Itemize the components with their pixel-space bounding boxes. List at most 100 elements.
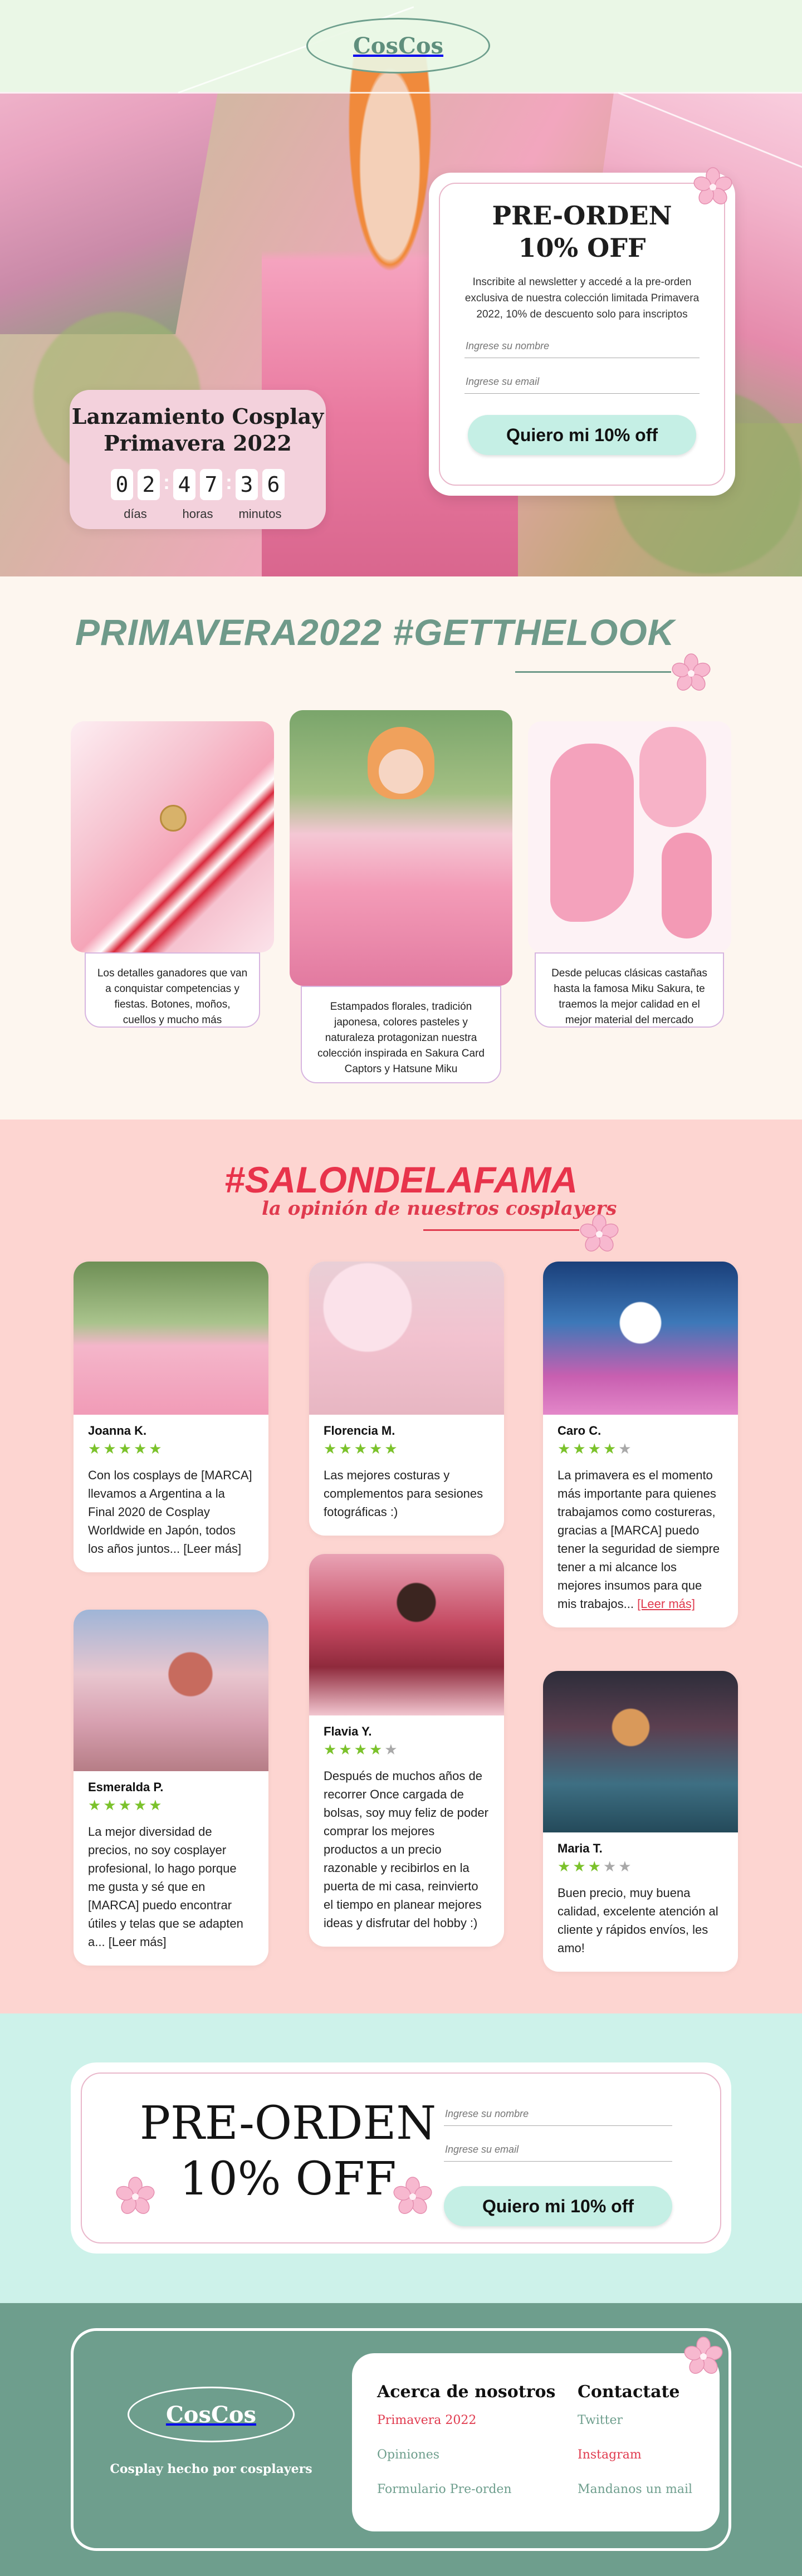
cherry-blossom-icon	[684, 2337, 723, 2374]
star-filled-icon: ★	[384, 1440, 398, 1457]
review-photo	[543, 1262, 738, 1415]
star-filled-icon: ★	[324, 1440, 337, 1457]
section-title: PRIMAVERA2022 #GETTHELOOK	[75, 612, 675, 653]
countdown-digit: 4	[173, 469, 195, 500]
email-input[interactable]	[464, 370, 700, 394]
read-more-link[interactable]: [Leer más]	[183, 1542, 241, 1556]
subtitle-underline	[423, 1229, 579, 1231]
footer: CosCos Cosplay hecho por cosplayers Acer…	[0, 2303, 802, 2576]
footer-link-email[interactable]: Mandanos un mail	[578, 2481, 692, 2499]
countdown-timer: 0 2 días : 4 7 horas : 3 6 minutos	[70, 469, 326, 521]
preorder-title-line1: PRE-ORDEN	[492, 201, 672, 231]
footer-links-card: Acerca de nosotros Primavera 2022 Opinio…	[352, 2353, 720, 2531]
countdown-label: días	[124, 507, 147, 521]
star-rating: ★ ★ ★ ★ ★	[324, 1742, 490, 1757]
footer-column-title: Contactate	[578, 2382, 680, 2402]
star-filled-icon: ★	[324, 1741, 337, 1758]
star-filled-icon: ★	[118, 1440, 131, 1457]
review-text: Buen precio, muy buena calidad, excelent…	[558, 1886, 718, 1955]
preorder-form-card: PRE-ORDEN 10% OFF Inscribite al newslett…	[429, 173, 735, 496]
star-filled-icon: ★	[558, 1858, 571, 1875]
review-text: Con los cosplays de [MARCA] llevamos a A…	[88, 1468, 252, 1556]
hero-frame-line	[0, 92, 802, 94]
cherry-blossom-icon	[693, 167, 732, 204]
read-more-link[interactable]: [Leer más]	[109, 1935, 167, 1949]
footer-contact-column: Contactate Twitter Instagram Mandanos un…	[578, 2382, 692, 2515]
star-rating: ★ ★ ★ ★ ★	[88, 1441, 254, 1456]
cherry-blossom-icon	[580, 1214, 619, 1252]
section-title: #SALONDELAFAMA	[224, 1159, 578, 1200]
read-more-link[interactable]: [Leer más]	[637, 1597, 695, 1611]
review-photo	[543, 1671, 738, 1832]
star-filled-icon: ★	[88, 1440, 101, 1457]
get-the-look-section: PRIMAVERA2022 #GETTHELOOK Los detalles g…	[0, 576, 802, 1120]
review-card: Flavia Y. ★ ★ ★ ★ ★ Después de muchos años d…	[309, 1554, 504, 1947]
countdown-digit: 2	[138, 469, 160, 500]
footer-link-preorder-form[interactable]: Formulario Pre-orden	[377, 2481, 555, 2499]
star-filled-icon: ★	[573, 1858, 586, 1875]
star-filled-icon: ★	[354, 1741, 367, 1758]
countdown-label: minutos	[238, 507, 282, 521]
star-filled-icon: ★	[103, 1440, 116, 1457]
banner-form: Quiero mi 10% off	[444, 2090, 672, 2226]
review-card: Florencia M. ★ ★ ★ ★ ★ Las mejores costuras …	[309, 1262, 504, 1536]
look-caption: Estampados florales, tradición japonesa,…	[301, 986, 501, 1083]
hero-section: CosCos Lanzamiento Cosplay Primavera 202…	[0, 0, 802, 576]
review-text: Después de muchos años de recorrer Once …	[324, 1769, 488, 1930]
review-card: Caro C. ★ ★ ★ ★ ★ La primavera es el momento…	[543, 1262, 738, 1627]
reviewer-name: Joanna K.	[88, 1424, 147, 1438]
review-photo	[309, 1262, 504, 1415]
countdown-minutes: 3 6 minutos	[236, 469, 285, 521]
footer-link-opiniones[interactable]: Opiniones	[377, 2446, 555, 2464]
footer-link-primavera[interactable]: Primavera 2022	[377, 2412, 555, 2430]
countdown-days: 0 2 días	[111, 469, 160, 521]
look-caption: Desde pelucas clásicas castañas hasta la…	[535, 952, 724, 1028]
logo-text: CosCos	[165, 2401, 257, 2428]
preorder-banner-card: PRE-ORDEN 10% OFF Ingrese su nombre Ingr…	[71, 2062, 731, 2254]
review-text: La primavera es el momento más important…	[558, 1468, 720, 1611]
star-filled-icon: ★	[588, 1440, 601, 1457]
star-filled-icon: ★	[118, 1797, 131, 1814]
footer-logo-link[interactable]: CosCos	[128, 2387, 295, 2442]
title-underline	[515, 671, 671, 673]
countdown-digit: 6	[262, 469, 285, 500]
preorder-description: Inscribite al newsletter y accedé a la p…	[464, 276, 700, 320]
review-photo	[309, 1554, 504, 1715]
star-filled-icon: ★	[339, 1440, 352, 1457]
countdown-separator: :	[226, 471, 232, 493]
logo-text: CosCos	[353, 32, 444, 59]
star-filled-icon: ★	[558, 1440, 571, 1457]
banner-title-line1: PRE-ORDEN	[139, 2097, 437, 2150]
countdown-digit: 7	[200, 469, 222, 500]
review-text: La mejor diversidad de precios, no soy c…	[88, 1825, 243, 1949]
countdown-card: Lanzamiento Cosplay Primavera 2022 0 2 d…	[70, 390, 326, 529]
countdown-hours: 4 7 horas	[173, 469, 222, 521]
star-rating: ★ ★ ★ ★ ★	[558, 1441, 723, 1456]
reviewer-name: Esmeralda P.	[88, 1780, 164, 1794]
preorder-banner-section: PRE-ORDEN 10% OFF Ingrese su nombre Ingr…	[0, 2013, 802, 2303]
footer-tagline: Cosplay hecho por cosplayers	[110, 2462, 312, 2476]
preorder-submit-button[interactable]: Quiero mi 10% off	[444, 2186, 672, 2226]
footer-link-twitter[interactable]: Twitter	[578, 2412, 692, 2430]
name-input[interactable]	[444, 2103, 672, 2126]
look-photo-wig	[528, 721, 731, 952]
preorder-title: PRE-ORDEN 10% OFF	[464, 199, 700, 264]
logo-link[interactable]: CosCos	[306, 18, 490, 74]
review-card: Maria T. ★ ★ ★ ★ ★ Buen precio, muy buena ca…	[543, 1671, 738, 1972]
footer-link-instagram[interactable]: Instagram	[578, 2446, 692, 2464]
look-photo-outfit	[290, 710, 512, 986]
preorder-title-line2: 10% OFF	[518, 233, 646, 263]
preorder-submit-button[interactable]: Quiero mi 10% off	[468, 415, 696, 455]
name-input[interactable]	[464, 335, 700, 358]
review-photo	[74, 1262, 268, 1415]
countdown-label: horas	[182, 507, 213, 521]
countdown-separator: :	[163, 471, 170, 493]
email-input[interactable]	[444, 2138, 672, 2162]
star-filled-icon: ★	[339, 1741, 352, 1758]
star-filled-icon: ★	[133, 1797, 147, 1814]
look-photo-bow	[71, 721, 274, 952]
countdown-title: Lanzamiento Cosplay Primavera 2022	[71, 404, 324, 456]
star-filled-icon: ★	[103, 1797, 116, 1814]
star-filled-icon: ★	[573, 1440, 586, 1457]
star-filled-icon: ★	[149, 1440, 162, 1457]
